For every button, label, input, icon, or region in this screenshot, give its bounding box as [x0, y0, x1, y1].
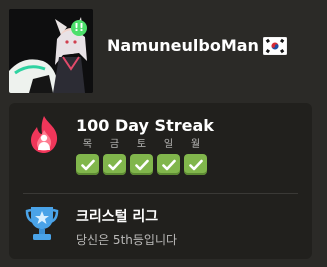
username-row[interactable]: NamuneulboMan [107, 36, 287, 55]
day-label: 월 [190, 139, 201, 150]
stats-card: 100 Day Streak 목 금 토 일 월 크리스털 리그 당신은 5th… [9, 103, 312, 259]
streak-day: 목 [76, 139, 99, 175]
crystal-trophy-icon [25, 207, 59, 240]
day-label: 금 [109, 139, 120, 150]
day-complete-check [103, 154, 126, 175]
streak-day: 토 [130, 139, 153, 175]
checkmark-icon [80, 159, 95, 170]
league-rank-text: 당신은 5th등입니다 [76, 233, 178, 247]
section-divider [23, 193, 298, 194]
day-label: 토 [136, 139, 147, 150]
streak-day: 월 [184, 139, 207, 175]
streak-days: 목 금 토 일 월 [76, 139, 207, 175]
day-label: 일 [163, 139, 174, 150]
flame-icon [31, 116, 58, 153]
checkmark-icon [188, 159, 203, 170]
checkmark-icon [134, 159, 149, 170]
checkmark-icon [161, 159, 176, 170]
day-complete-check [130, 154, 153, 175]
streak-day: 일 [157, 139, 180, 175]
day-complete-check [157, 154, 180, 175]
korea-flag-icon [262, 36, 287, 55]
day-complete-check [76, 154, 99, 175]
streak-title: 100 Day Streak [76, 116, 214, 135]
league-title[interactable]: 크리스털 리그 [76, 206, 158, 226]
checkmark-icon [107, 159, 122, 170]
username[interactable]: NamuneulboMan [107, 36, 259, 55]
day-label: 목 [82, 139, 93, 150]
streak-day: 금 [103, 139, 126, 175]
online-badge: !! [71, 20, 87, 36]
day-complete-check [184, 154, 207, 175]
